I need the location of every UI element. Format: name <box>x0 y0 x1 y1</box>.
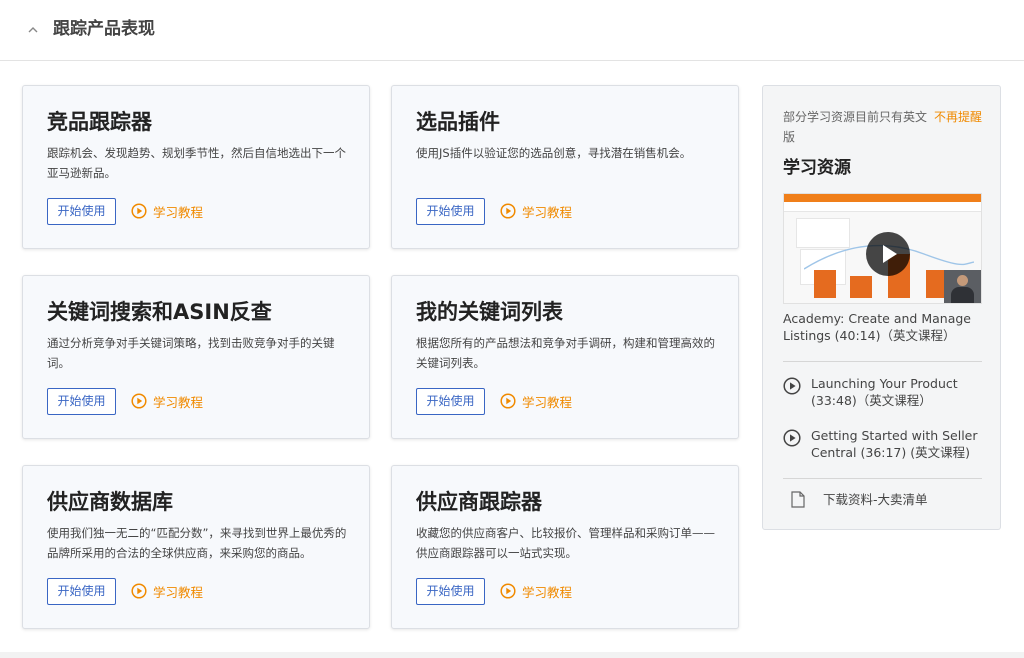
card-title: 关键词搜索和ASIN反查 <box>47 300 272 324</box>
card-title: 竞品跟踪器 <box>47 110 152 134</box>
play-circle-icon <box>500 203 516 219</box>
card-description: 使用我们独一无二的“匹配分数”，来寻找到世界上最优秀的品牌所采用的合法的全球供应… <box>47 526 347 560</box>
language-notice: 部分学习资源目前只有英文版 <box>783 110 928 144</box>
tutorial-label: 学习教程 <box>153 204 204 220</box>
tutorial-label: 学习教程 <box>153 584 204 600</box>
course-label: Launching Your Product (33:48)（英文课程） <box>811 376 958 408</box>
play-circle-icon <box>500 583 516 599</box>
card-competitor-tracker: 竞品跟踪器 跟踪机会、发现趋势、规划季节性，然后自信地选出下一个亚马逊新品。 开… <box>22 85 370 249</box>
card-description: 通过分析竞争对手关键词策略，找到击败竞争对手的关键词。 <box>47 336 335 370</box>
learning-resources-panel: 部分学习资源目前只有英文版 不再提醒 学习资源 Academy: Create … <box>762 85 1001 530</box>
tutorial-link[interactable]: 学习教程 <box>500 201 572 221</box>
start-button[interactable]: 开始使用 <box>416 388 485 415</box>
bottom-strip <box>0 652 1024 658</box>
start-button[interactable]: 开始使用 <box>47 198 116 225</box>
course-item[interactable]: Getting Started with Seller Central (36:… <box>783 427 988 463</box>
tutorial-link[interactable]: 学习教程 <box>500 391 572 411</box>
card-product-plugin: 选品插件 使用JS插件以验证您的选品创意，寻找潜在销售机会。 开始使用 学习教程 <box>391 85 739 249</box>
dismiss-notice-link[interactable]: 不再提醒 <box>934 107 984 127</box>
tutorial-link[interactable]: 学习教程 <box>500 581 572 601</box>
tutorial-label: 学习教程 <box>153 394 204 410</box>
card-description: 使用JS插件以验证您的选品创意，寻找潜在销售机会。 <box>416 146 692 160</box>
tutorial-label: 学习教程 <box>522 584 573 600</box>
section-title: 跟踪产品表现 <box>53 19 155 39</box>
presenter-thumbnail <box>944 270 981 303</box>
tutorial-label: 学习教程 <box>522 394 573 410</box>
course-label: Getting Started with Seller Central (36:… <box>811 428 978 460</box>
play-circle-icon <box>500 393 516 409</box>
play-circle-icon <box>131 203 147 219</box>
start-button[interactable]: 开始使用 <box>47 578 116 605</box>
card-keyword-list: 我的关键词列表 根据您所有的产品想法和竞争对手调研，构建和管理高效的关键词列表。… <box>391 275 739 439</box>
play-circle-icon <box>783 429 801 447</box>
play-circle-icon <box>131 393 147 409</box>
tutorial-link[interactable]: 学习教程 <box>131 391 203 411</box>
play-circle-icon <box>131 583 147 599</box>
chevron-up-icon[interactable] <box>28 25 38 35</box>
start-button[interactable]: 开始使用 <box>416 198 485 225</box>
tutorial-link[interactable]: 学习教程 <box>131 201 203 221</box>
section-header[interactable]: 跟踪产品表现 <box>0 0 1024 61</box>
video-thumbnail[interactable] <box>783 193 982 304</box>
download-label: 下载资料-大卖清单 <box>823 492 928 507</box>
learning-resources-title: 学习资源 <box>783 158 851 178</box>
start-button[interactable]: 开始使用 <box>416 578 485 605</box>
document-icon <box>791 491 805 508</box>
card-keyword-search: 关键词搜索和ASIN反查 通过分析竞争对手关键词策略，找到击败竞争对手的关键词。… <box>22 275 370 439</box>
card-title: 供应商跟踪器 <box>416 490 542 514</box>
start-button[interactable]: 开始使用 <box>47 388 116 415</box>
course-item[interactable]: Launching Your Product (33:48)（英文课程） <box>783 375 988 411</box>
card-description: 跟踪机会、发现趋势、规划季节性，然后自信地选出下一个亚马逊新品。 <box>47 146 346 180</box>
download-link[interactable]: 下载资料-大卖清单 <box>783 490 982 510</box>
card-title: 供应商数据库 <box>47 490 173 514</box>
divider <box>783 361 982 362</box>
card-title: 我的关键词列表 <box>416 300 563 324</box>
play-icon[interactable] <box>866 232 910 276</box>
video-caption[interactable]: Academy: Create and Manage Listings (40:… <box>783 310 988 344</box>
divider <box>783 478 982 479</box>
card-description: 根据您所有的产品想法和竞争对手调研，构建和管理高效的关键词列表。 <box>416 336 715 370</box>
play-circle-icon <box>783 377 801 395</box>
card-title: 选品插件 <box>416 110 500 134</box>
card-supplier-tracker: 供应商跟踪器 收藏您的供应商客户、比较报价、管理样品和采购订单——供应商跟踪器可… <box>391 465 739 629</box>
card-description: 收藏您的供应商客户、比较报价、管理样品和采购订单——供应商跟踪器可以一站式实现。 <box>416 526 715 560</box>
tutorial-label: 学习教程 <box>522 204 573 220</box>
tutorial-link[interactable]: 学习教程 <box>131 581 203 601</box>
card-supplier-database: 供应商数据库 使用我们独一无二的“匹配分数”，来寻找到世界上最优秀的品牌所采用的… <box>22 465 370 629</box>
